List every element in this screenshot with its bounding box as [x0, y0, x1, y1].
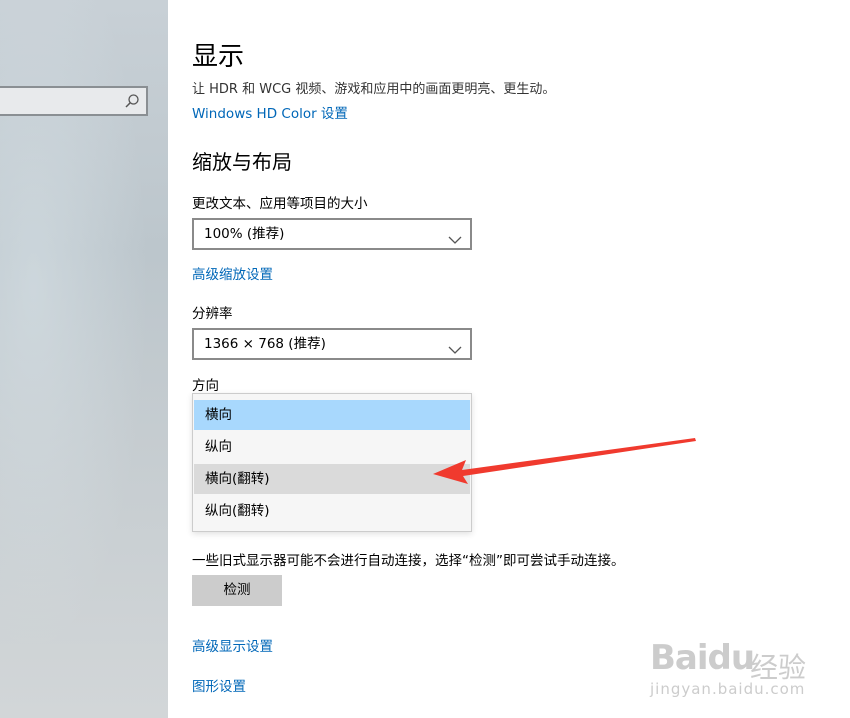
search-icon[interactable] — [124, 93, 140, 109]
detect-note: 一些旧式显示器可能不会进行自动连接，选择“检测”即可尝试手动连接。 — [192, 553, 625, 569]
chevron-down-icon — [448, 338, 462, 354]
orientation-option-portrait[interactable]: 纵向 — [194, 432, 470, 462]
resolution-dropdown[interactable]: 1366 × 768 (推荐) — [192, 328, 472, 360]
detect-button[interactable]: 检测 — [192, 575, 282, 606]
resolution-label: 分辨率 — [192, 306, 233, 322]
orientation-dropdown-list[interactable]: 横向 纵向 横向(翻转) 纵向(翻转) — [192, 393, 472, 532]
section-title-scale-layout: 缩放与布局 — [192, 150, 292, 174]
graphics-settings-link[interactable]: 图形设置 — [192, 675, 246, 695]
orientation-option-portrait-flipped[interactable]: 纵向(翻转) — [194, 496, 470, 526]
watermark-url: jingyan.baidu.com — [650, 680, 806, 698]
resolution-dropdown-value: 1366 × 768 (推荐) — [204, 336, 326, 352]
scale-dropdown[interactable]: 100% (推荐) — [192, 218, 472, 250]
page-title: 显示 — [192, 42, 245, 72]
scale-dropdown-value: 100% (推荐) — [204, 226, 285, 242]
chevron-down-icon — [448, 228, 462, 244]
search-input[interactable] — [0, 86, 148, 116]
watermark-logo: Baidu — [650, 638, 755, 678]
hd-color-settings-link[interactable]: Windows HD Color 设置 — [192, 102, 348, 122]
baidu-watermark: Baidu 经验 jingyan.baidu.com — [650, 624, 840, 704]
orientation-option-landscape-flipped[interactable]: 横向(翻转) — [194, 464, 470, 494]
advanced-display-settings-link[interactable]: 高级显示设置 — [192, 635, 273, 655]
orientation-option-landscape[interactable]: 横向 — [194, 400, 470, 430]
page-subtitle: 让 HDR 和 WCG 视频、游戏和应用中的画面更明亮、更生动。 — [192, 82, 556, 97]
advanced-scale-settings-link[interactable]: 高级缩放设置 — [192, 263, 273, 283]
scale-label: 更改文本、应用等项目的大小 — [192, 196, 368, 212]
orientation-label: 方向 — [192, 378, 219, 394]
